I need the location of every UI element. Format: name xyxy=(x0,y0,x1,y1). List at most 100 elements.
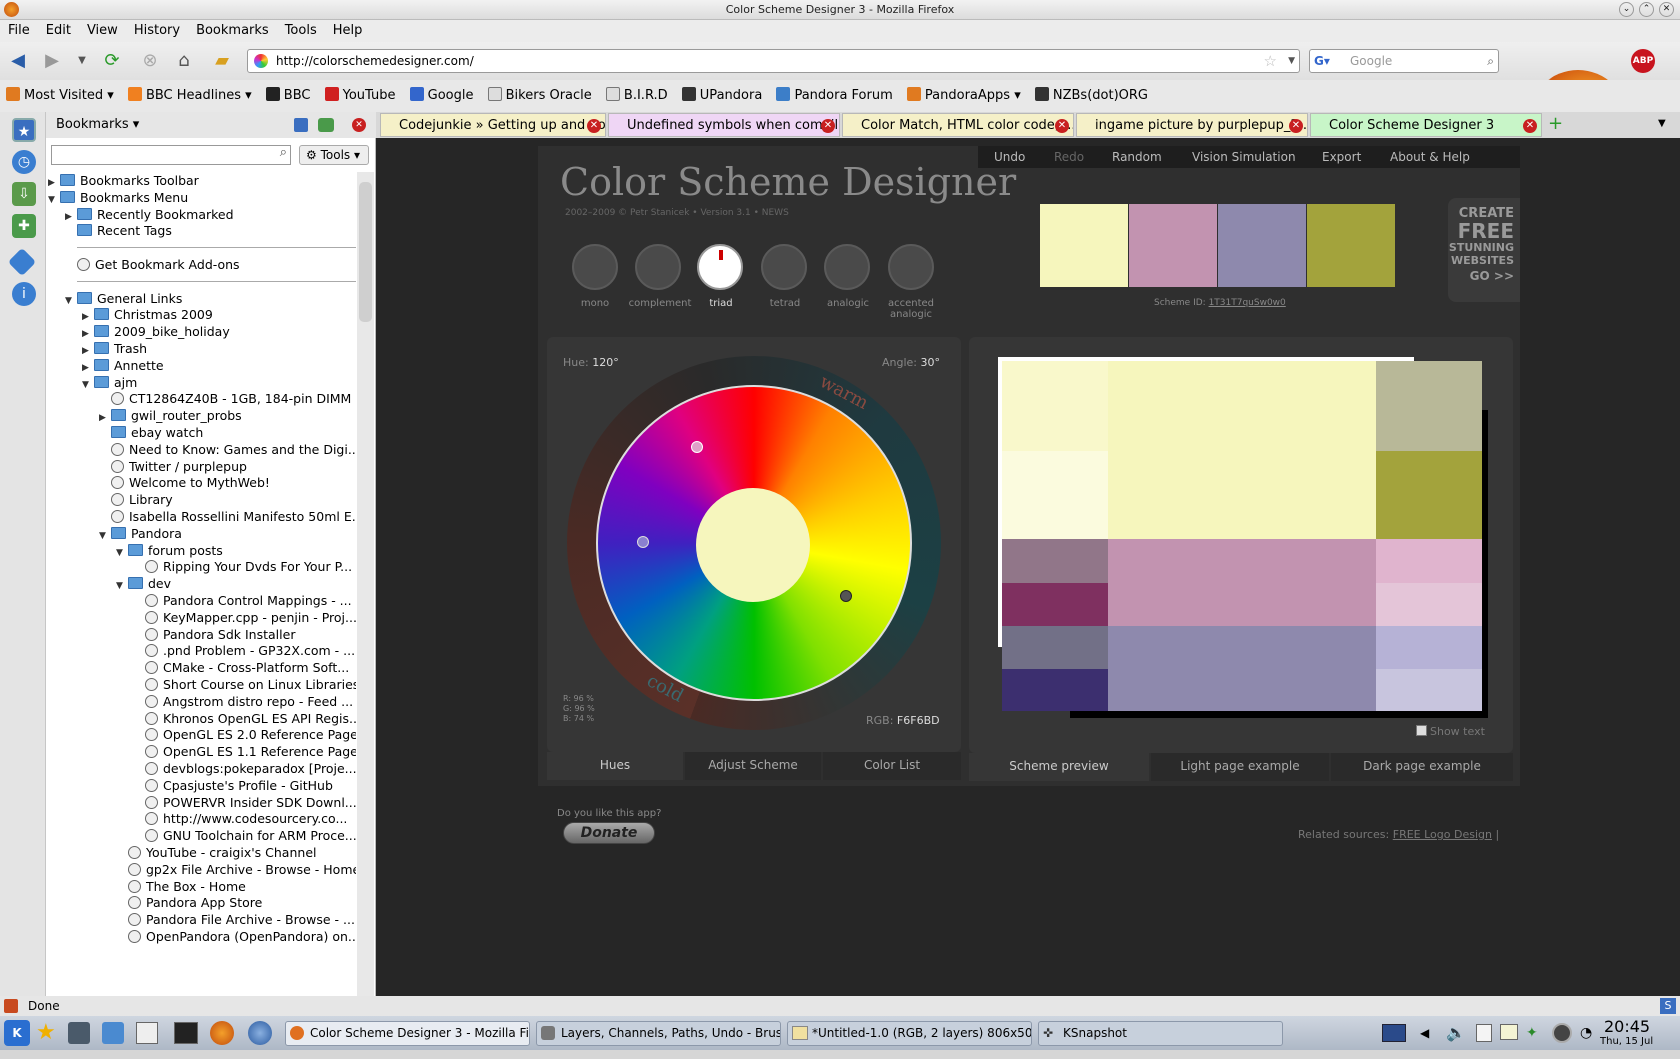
bookmark-folder[interactable]: ▶ gwil_router_probs xyxy=(99,407,356,425)
tab-undefined-symbols[interactable]: Undefined symbols when compil... ✕ xyxy=(608,113,840,137)
bookmark-folder[interactable]: ▼ Pandora xyxy=(99,525,356,543)
mode-mono-icon[interactable] xyxy=(572,244,618,290)
expand-arrow-icon[interactable]: ▶ xyxy=(82,325,94,341)
bookmark-item[interactable]: OpenGL ES 1.1 Reference Pages xyxy=(133,743,356,761)
bookmark-item[interactable]: Khronos OpenGL ES API Regis... xyxy=(133,710,356,728)
bookmark-folder-icon[interactable]: ▰ xyxy=(210,49,234,73)
expand-arrow-icon[interactable]: ▶ xyxy=(48,174,60,190)
menu-file[interactable]: File xyxy=(0,20,38,42)
bookmark-item[interactable]: OpenGL ES 2.0 Reference Pages xyxy=(133,726,356,744)
menu-history[interactable]: History xyxy=(126,20,188,42)
wheel-handle-secondary-b[interactable] xyxy=(637,536,649,548)
bookmark-item[interactable]: Twitter / purplepup xyxy=(99,458,356,476)
swatch-complement[interactable] xyxy=(1307,204,1395,287)
desktop-launcher-icon[interactable] xyxy=(68,1022,90,1044)
expand-arrow-icon[interactable]: ▶ xyxy=(99,409,111,425)
extension-sidebar-icon[interactable] xyxy=(7,247,37,277)
history-sidebar-icon[interactable]: ◷ xyxy=(12,150,36,174)
clock-date[interactable]: Thu, 15 Jul xyxy=(1600,1025,1653,1059)
bookmark-item[interactable]: Angstrom distro repo - Feed ... xyxy=(133,693,356,711)
bookmark-item[interactable]: devblogs:pokeparadox [Proje... xyxy=(133,760,356,778)
task-gimp-image[interactable]: *Untitled-1.0 (RGB, 2 layers) 806x507 xyxy=(787,1021,1032,1046)
bookmark-google[interactable]: Google xyxy=(409,80,473,112)
sidebar-search-input[interactable]: ⌕ xyxy=(51,145,291,165)
swatch-secondary-b[interactable] xyxy=(1218,204,1306,287)
bookmark-item[interactable]: Short Course on Linux Libraries xyxy=(133,676,356,694)
kde-menu-icon[interactable]: K xyxy=(4,1020,30,1046)
bookmark-folder[interactable]: ▶ Annette xyxy=(82,357,356,375)
bookmark-star-icon[interactable]: ☆ xyxy=(1264,50,1277,72)
addons-sidebar-icon[interactable]: ✚ xyxy=(12,214,36,238)
csd-redo-button[interactable]: Redo xyxy=(1054,146,1084,168)
expand-arrow-icon[interactable]: ▼ xyxy=(116,577,128,593)
magnifier-icon[interactable]: ⌕ xyxy=(1487,50,1494,72)
task-firefox[interactable]: Color Scheme Designer 3 - Mozilla Firefo… xyxy=(285,1021,530,1046)
bookmark-item[interactable]: POWERVR Insider SDK Downl... xyxy=(133,794,356,812)
tab-close-icon[interactable]: ✕ xyxy=(1055,119,1069,133)
csd-export-button[interactable]: Export xyxy=(1322,146,1361,168)
bookmark-item[interactable]: Need to Know: Games and the Digi... xyxy=(99,441,356,459)
swatch-primary[interactable] xyxy=(1040,204,1128,287)
editor-launcher-icon[interactable] xyxy=(136,1022,158,1044)
free-logo-design-link[interactable]: FREE Logo Design xyxy=(1393,828,1492,841)
disc-icon[interactable] xyxy=(1552,1023,1572,1043)
sidebar-tools-button[interactable]: ⚙ Tools ▾ xyxy=(299,145,369,165)
tab-codejunkie[interactable]: Codejunkie » Getting up and go... ✕ xyxy=(380,113,606,137)
bookmark-folder[interactable]: ▼ General Links xyxy=(65,290,356,308)
volume-icon[interactable]: 🔈 xyxy=(1446,1016,1466,1050)
donate-button[interactable]: Donate xyxy=(563,822,655,844)
mode-triad-icon[interactable] xyxy=(697,244,743,290)
bookmark-item[interactable]: CT12864Z40B - 1GB, 184-pin DIMM ... xyxy=(99,390,356,408)
bookmark-item[interactable]: .pnd Problem - GP32X.com - ... xyxy=(133,642,356,660)
bookmark-folder[interactable]: ▼ forum posts xyxy=(116,542,356,560)
files-launcher-icon[interactable] xyxy=(102,1022,124,1044)
task-ksnapshot[interactable]: ✜ KSnapshot xyxy=(1038,1021,1283,1046)
sidebar-car-icon[interactable] xyxy=(318,118,334,132)
wheel-handle-secondary-a[interactable] xyxy=(691,441,703,453)
csd-about-button[interactable]: About & Help xyxy=(1390,146,1470,168)
url-input[interactable]: http://colorschemedesigner.com/ ☆ ▼ xyxy=(247,49,1300,73)
expand-arrow-icon[interactable]: ▶ xyxy=(82,308,94,324)
sidebar-close-icon[interactable]: ✕ xyxy=(352,118,366,132)
wifi-icon[interactable]: ◔ xyxy=(1580,1016,1592,1050)
bookmark-item[interactable]: Pandora Control Mappings - ... xyxy=(133,592,356,610)
tab-ingame-picture[interactable]: ingame picture by purplepup_2... ✕ xyxy=(1076,113,1308,137)
pin-icon[interactable]: ✦ xyxy=(1526,1016,1538,1050)
tab-adjust-scheme[interactable]: Adjust Scheme xyxy=(685,752,821,780)
expand-arrow-icon[interactable]: ▶ xyxy=(65,208,77,224)
bookmark-nzbs[interactable]: NZBs(dot)ORG xyxy=(1034,80,1148,112)
bookmark-most-visited[interactable]: Most Visited ▾ xyxy=(6,80,114,112)
bookmark-item[interactable]: Cpasjuste's Profile - GitHub xyxy=(133,777,356,795)
mode-complement-icon[interactable] xyxy=(635,244,681,290)
new-tab-icon[interactable]: + xyxy=(1548,112,1563,136)
sidebar-title[interactable]: Bookmarks ▾ xyxy=(56,112,139,138)
bookmark-item[interactable]: Pandora App Store xyxy=(116,894,356,912)
bookmark-folder[interactable]: ▶ 2009_bike_holiday xyxy=(82,323,356,341)
tab-close-icon[interactable]: ✕ xyxy=(821,119,835,133)
csd-vision-simulation-button[interactable]: Vision Simulation xyxy=(1192,146,1296,168)
thunderbird-launcher-icon[interactable] xyxy=(248,1021,272,1045)
bookmark-item[interactable]: Pandora File Archive - Browse - ... xyxy=(116,911,356,929)
bookmark-item[interactable]: Welcome to MythWeb! xyxy=(99,474,356,492)
clipboard-icon[interactable] xyxy=(1476,1024,1492,1042)
bookmark-folder[interactable]: ▼ dev xyxy=(116,575,356,593)
tab-color-scheme-designer[interactable]: Color Scheme Designer 3 ✕ xyxy=(1310,113,1542,137)
bookmark-pandoraapps[interactable]: PandoraApps ▾ xyxy=(906,80,1021,112)
bookmark-item[interactable]: KeyMapper.cpp - penjin - Proj... xyxy=(133,609,356,627)
bookmark-bird[interactable]: B.I.R.D xyxy=(605,80,668,112)
bookmark-item[interactable]: Get Bookmark Add-ons xyxy=(65,256,356,274)
bookmark-item[interactable]: CMake - Cross-Platform Soft... xyxy=(133,659,356,677)
bookmark-item[interactable]: The Box - Home xyxy=(116,878,356,896)
expand-arrow-icon[interactable]: ▼ xyxy=(65,292,77,308)
terminal-launcher-icon[interactable] xyxy=(174,1022,198,1044)
forward-arrow-icon[interactable]: ▶ xyxy=(40,49,64,73)
sidebar-scroll-thumb[interactable] xyxy=(359,182,372,322)
tab-hues[interactable]: Hues xyxy=(547,752,683,780)
downloads-sidebar-icon[interactable]: ⇩ xyxy=(12,182,36,206)
bookmark-folder[interactable]: ▼ Bookmarks Menu xyxy=(48,189,356,207)
bookmark-folder[interactable]: ▶ Recently Bookmarked xyxy=(65,206,356,224)
menu-bookmarks[interactable]: Bookmarks xyxy=(188,20,277,42)
menu-tools[interactable]: Tools xyxy=(277,20,325,42)
tab-dark-page-example[interactable]: Dark page example xyxy=(1331,753,1513,781)
tab-color-match[interactable]: Color Match, HTML color code, ... ✕ xyxy=(842,113,1074,137)
